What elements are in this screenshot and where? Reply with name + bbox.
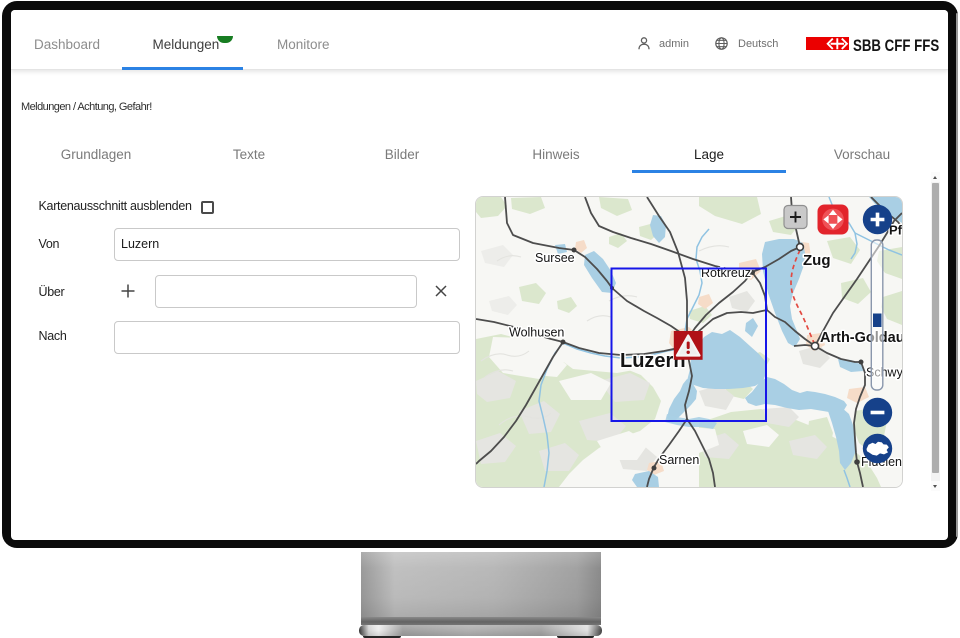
svg-text:Wolhusen: Wolhusen [509, 325, 564, 339]
svg-text:Sarnen: Sarnen [659, 453, 699, 467]
svg-text:Sursee: Sursee [535, 251, 575, 265]
svg-text:Zug: Zug [803, 252, 831, 269]
svg-text:Arth-Goldau: Arth-Goldau [820, 330, 902, 346]
